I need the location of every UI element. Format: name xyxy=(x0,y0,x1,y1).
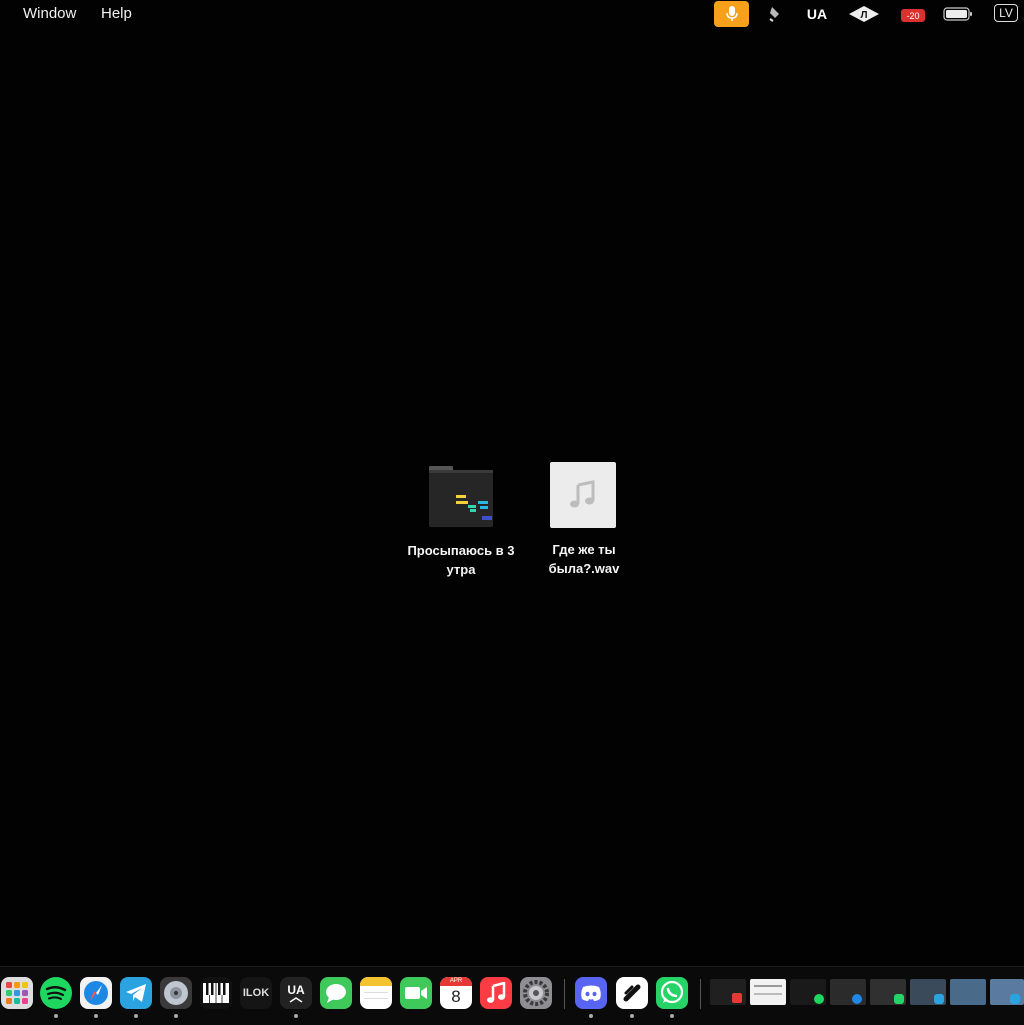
music-icon[interactable] xyxy=(480,977,512,1009)
dock: ILOK UA APR 8 xyxy=(0,966,1024,1025)
messages-icon[interactable] xyxy=(320,977,352,1009)
svg-text:Л: Л xyxy=(860,10,867,21)
menu-help[interactable]: Help xyxy=(101,5,132,22)
piano-icon[interactable] xyxy=(200,977,232,1009)
ilok-label: ILOK xyxy=(242,987,270,999)
ua-status-label[interactable]: UA xyxy=(800,0,834,28)
input-source-label[interactable]: LV xyxy=(994,4,1018,22)
desktop-audio-file[interactable]: Где же ты была?.wav xyxy=(518,462,648,578)
gear-icon[interactable] xyxy=(520,977,552,1009)
window-thumbnail[interactable] xyxy=(910,979,946,1005)
microphone-icon[interactable] xyxy=(714,1,749,27)
window-thumbnail[interactable] xyxy=(830,979,866,1005)
notes-icon[interactable] xyxy=(360,977,392,1009)
running-indicator xyxy=(174,1014,178,1018)
window-thumbnail[interactable] xyxy=(870,979,906,1005)
dock-separator xyxy=(564,979,565,1009)
safari-icon[interactable] xyxy=(80,977,112,1009)
spotify-icon[interactable] xyxy=(40,977,72,1009)
ua-label: UA xyxy=(287,983,305,997)
desktop-folder[interactable]: Просыпаюсь в 3 утра xyxy=(396,466,526,579)
menu-window[interactable]: Window xyxy=(23,5,76,22)
running-indicator xyxy=(670,1014,674,1018)
menu-bar: Window Help UA Л -20 LV xyxy=(0,0,1024,28)
window-thumbnail[interactable] xyxy=(950,979,986,1005)
shortcut-icon[interactable] xyxy=(616,977,648,1009)
discord-icon[interactable] xyxy=(575,977,607,1009)
running-indicator xyxy=(94,1014,98,1018)
window-thumbnail[interactable] xyxy=(790,979,826,1005)
calendar-day: 8 xyxy=(451,987,461,1006)
dock-separator xyxy=(700,979,701,1009)
running-indicator xyxy=(54,1014,58,1018)
folder-icon xyxy=(428,466,494,528)
telegram-icon[interactable] xyxy=(120,977,152,1009)
running-indicator xyxy=(630,1014,634,1018)
audio-file-icon xyxy=(550,462,616,528)
volume-badge-text: -20 xyxy=(906,11,919,21)
calendar-icon[interactable]: APR 8 xyxy=(440,977,472,1009)
window-thumbnail[interactable] xyxy=(990,979,1024,1005)
window-thumbnail[interactable] xyxy=(710,979,746,1005)
window-thumbnail[interactable] xyxy=(750,979,786,1005)
running-indicator xyxy=(294,1014,298,1018)
calendar-month: APR xyxy=(440,977,472,986)
ua-icon[interactable]: UA xyxy=(280,977,312,1009)
desktop-folder-label: Просыпаюсь в 3 утра xyxy=(407,543,515,577)
launchpad-icon[interactable] xyxy=(1,977,33,1009)
running-indicator xyxy=(589,1014,593,1018)
ua-logo-icon[interactable]: Л xyxy=(846,0,882,28)
pen-icon[interactable] xyxy=(764,0,786,28)
ilok-icon[interactable]: ILOK xyxy=(240,977,272,1009)
facetime-icon[interactable] xyxy=(400,977,432,1009)
disk-icon[interactable] xyxy=(160,977,192,1009)
desktop-audio-file-label: Где же ты была?.wav xyxy=(548,542,620,576)
battery-icon[interactable] xyxy=(942,0,974,28)
whatsapp-icon[interactable] xyxy=(656,977,688,1009)
running-indicator xyxy=(134,1014,138,1018)
volume-meter-icon[interactable]: -20 xyxy=(898,0,928,28)
